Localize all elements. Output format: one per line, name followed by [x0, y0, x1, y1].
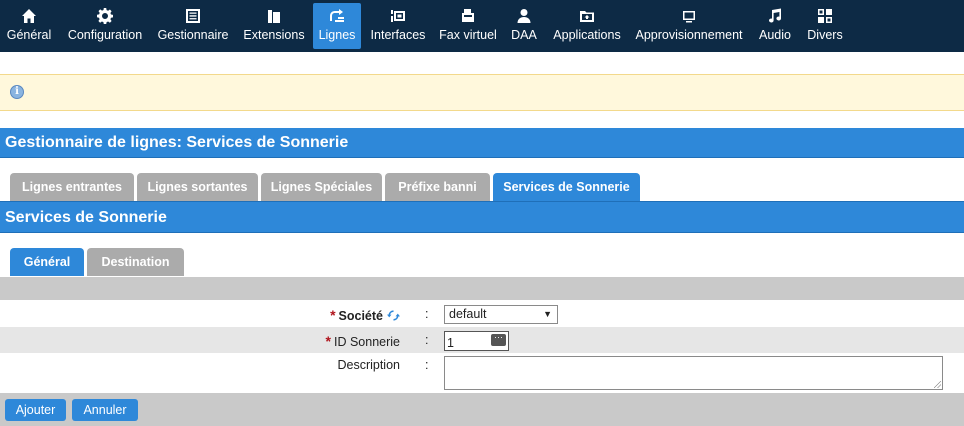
- applications-icon: [580, 11, 594, 22]
- chevron-down-icon: ▼: [543, 309, 552, 319]
- societe-label-wrap: * Société: [330, 307, 400, 325]
- nav-item-gestionnaire[interactable]: Gestionnaire: [154, 3, 232, 49]
- nav-item-label: Audio: [759, 28, 791, 42]
- nav-item-extensions[interactable]: Extensions: [241, 3, 307, 49]
- colon: :: [425, 333, 429, 347]
- cancel-button[interactable]: Annuler: [72, 399, 138, 421]
- tab-lignes-sortantes[interactable]: Lignes sortantes: [137, 173, 258, 201]
- gear-icon: [97, 8, 114, 25]
- nav-item-fax-virtuel[interactable]: Fax virtuel: [437, 3, 499, 49]
- societe-label: Société: [338, 309, 383, 323]
- tab-services-de-sonnerie[interactable]: Services de Sonnerie: [493, 173, 640, 201]
- nav-item-label: Général: [6, 28, 52, 42]
- nav-item-audio[interactable]: Audio: [755, 3, 795, 49]
- nav-item-configuration[interactable]: Configuration: [63, 3, 147, 49]
- tab-prefixe-banni[interactable]: Préfixe banni: [385, 173, 490, 201]
- colon: :: [425, 307, 429, 321]
- add-button[interactable]: Ajouter: [5, 399, 66, 421]
- tab-lignes-speciales[interactable]: Lignes Spéciales: [261, 173, 382, 201]
- nav-item-label: Lignes: [318, 28, 356, 42]
- nav-item-daa[interactable]: DAA: [507, 3, 541, 49]
- nav-item-label: Configuration: [67, 28, 143, 42]
- id-sonnerie-label: ID Sonnerie: [333, 335, 400, 349]
- nav-item-divers[interactable]: Divers: [803, 3, 847, 49]
- id-sonnerie-value: 1: [447, 336, 454, 350]
- form-header-bar: [0, 277, 964, 300]
- top-navigation: Général Configuration Gestionnaire Exten…: [0, 0, 964, 52]
- action-bar: Ajouter Annuler: [0, 393, 964, 426]
- description-label: Description: [337, 358, 400, 372]
- colon: :: [425, 358, 429, 372]
- nav-item-label: DAA: [511, 28, 537, 42]
- refresh-icon[interactable]: [387, 309, 400, 325]
- nav-item-label: Fax virtuel: [439, 28, 497, 42]
- user-icon: [517, 9, 531, 23]
- nav-item-label: Divers: [807, 28, 843, 42]
- picker-icon[interactable]: ···: [491, 333, 506, 346]
- nav-item-label: Interfaces: [370, 28, 426, 42]
- info-icon: i: [10, 85, 24, 99]
- form-row-description: Description :: [0, 353, 964, 393]
- nav-item-interfaces[interactable]: Interfaces: [368, 3, 428, 49]
- id-label-wrap: * ID Sonnerie: [326, 333, 400, 349]
- lines-icon: [330, 9, 344, 22]
- required-marker: *: [330, 307, 336, 323]
- resize-handle-icon[interactable]: [934, 381, 941, 388]
- misc-icon: [818, 9, 832, 23]
- phone-icon: [268, 10, 280, 23]
- list-icon: [186, 9, 200, 23]
- tab-destination[interactable]: Destination: [87, 248, 184, 276]
- tab-lignes-entrantes[interactable]: Lignes entrantes: [10, 173, 134, 201]
- nav-item-lignes[interactable]: Lignes: [313, 3, 361, 49]
- nav-item-label: Gestionnaire: [157, 28, 229, 42]
- nav-item-label: Extensions: [243, 28, 305, 42]
- music-icon: [769, 8, 781, 23]
- societe-select[interactable]: default ▼: [444, 305, 558, 324]
- provisioning-icon: [683, 11, 695, 23]
- nav-item-general[interactable]: Général: [4, 3, 54, 49]
- info-banner: i: [0, 74, 964, 111]
- nav-item-applications[interactable]: Applications: [549, 3, 625, 49]
- societe-select-value: default: [449, 307, 487, 321]
- tab-general[interactable]: Général: [10, 248, 84, 276]
- nav-item-label: Approvisionnement: [635, 28, 743, 42]
- nav-item-approvisionnement[interactable]: Approvisionnement: [632, 3, 746, 49]
- id-sonnerie-input[interactable]: 1 ···: [444, 331, 509, 351]
- section-title: Services de Sonnerie: [0, 201, 964, 233]
- fax-icon: [462, 9, 474, 22]
- description-textarea[interactable]: [444, 356, 943, 390]
- form-row-id-sonnerie: * ID Sonnerie : 1 ···: [0, 327, 964, 353]
- form-row-societe: * Société : default ▼: [0, 300, 964, 327]
- nav-item-label: Applications: [553, 28, 621, 42]
- interfaces-icon: [391, 10, 405, 22]
- required-marker: *: [325, 333, 331, 349]
- page-title: Gestionnaire de lignes: Services de Sonn…: [0, 128, 964, 158]
- home-icon: [22, 9, 36, 23]
